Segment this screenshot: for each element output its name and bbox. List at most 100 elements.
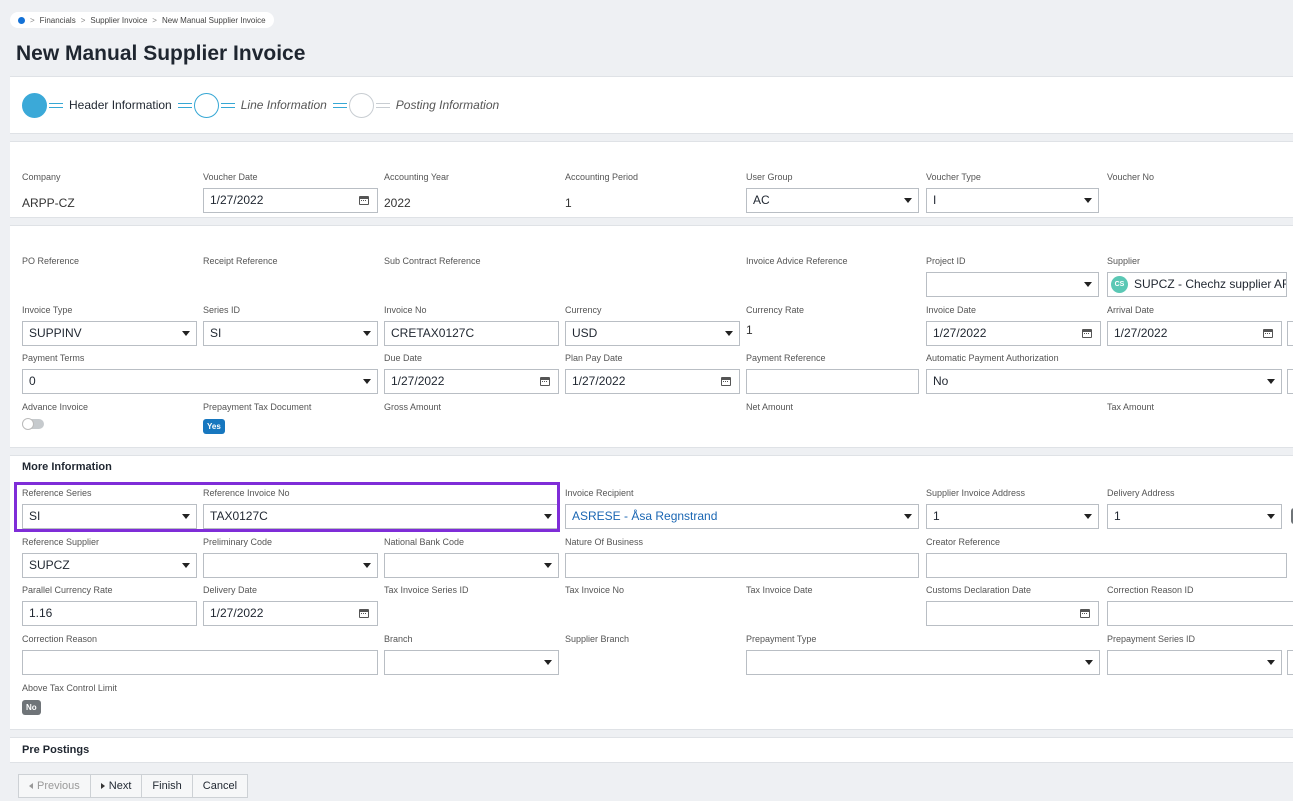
currency-select[interactable]: USD bbox=[565, 321, 740, 346]
voucher-date-field: Voucher Date 1/27/2022 bbox=[203, 172, 378, 213]
reference-supplier-field: Reference Supplier SUPCZ bbox=[22, 537, 197, 578]
plan-pay-date-input[interactable]: 1/27/2022 bbox=[565, 369, 740, 394]
branch-select[interactable] bbox=[384, 650, 559, 675]
step-active-indicator bbox=[22, 92, 47, 118]
calendar-icon[interactable] bbox=[1082, 329, 1092, 338]
accounting-year-field: Accounting Year 2022 bbox=[384, 172, 450, 210]
nature-of-business-field: Nature Of Business bbox=[565, 537, 919, 578]
nature-of-business-input[interactable] bbox=[565, 553, 919, 578]
company-field: Company ARPP-CZ bbox=[22, 172, 75, 210]
step-header-information[interactable]: Header Information bbox=[22, 92, 194, 118]
payment-terms-select[interactable]: 0 bbox=[22, 369, 378, 394]
creator-reference-input[interactable] bbox=[926, 553, 1287, 578]
chevron-down-icon bbox=[544, 660, 552, 665]
invoice-type-select[interactable]: SUPPINV bbox=[22, 321, 197, 346]
national-bank-code-select[interactable] bbox=[384, 553, 559, 578]
reference-invoice-no-select[interactable]: TAX0127C bbox=[203, 504, 559, 529]
chevron-down-icon bbox=[182, 514, 190, 519]
chevron-down-icon bbox=[363, 331, 371, 336]
calendar-icon[interactable] bbox=[359, 196, 369, 205]
supplier-input[interactable]: CS SUPCZ - Chechz supplier AR bbox=[1107, 272, 1287, 297]
creator-reference-field: Creator Reference bbox=[926, 537, 1287, 578]
delivery-date-input[interactable]: 1/27/2022 bbox=[203, 601, 378, 626]
breadcrumb-supplier-invoice[interactable]: Supplier Invoice bbox=[90, 16, 147, 25]
voucher-type-select[interactable]: I bbox=[926, 188, 1099, 213]
more-information-section: More Information Reference Series SI Ref… bbox=[10, 455, 1293, 730]
prepayment-tax-document-badge[interactable]: Yes bbox=[203, 419, 225, 434]
cancel-button[interactable]: Cancel bbox=[191, 774, 249, 798]
advance-invoice-field: Advance Invoice bbox=[22, 402, 88, 430]
breadcrumb-current: New Manual Supplier Invoice bbox=[161, 15, 266, 25]
invoice-no-input[interactable]: CRETAX0127C bbox=[384, 321, 559, 346]
calendar-icon[interactable] bbox=[1263, 329, 1273, 338]
auto-payment-auth-select[interactable]: No bbox=[926, 369, 1282, 394]
chevron-down-icon bbox=[904, 514, 912, 519]
tax-amount-field: Tax Amount bbox=[1107, 402, 1155, 412]
calendar-icon[interactable] bbox=[721, 377, 731, 386]
series-id-select[interactable]: SI bbox=[203, 321, 378, 346]
parallel-currency-rate-field: Parallel Currency Rate 1.16 bbox=[22, 585, 197, 626]
advance-invoice-toggle[interactable] bbox=[22, 418, 44, 430]
calendar-icon[interactable] bbox=[359, 609, 369, 618]
step-posting-information[interactable]: Posting Information bbox=[348, 92, 503, 118]
invoice-recipient-select[interactable]: ASRESE - Åsa Regnstrand bbox=[565, 504, 919, 529]
next-button[interactable]: Next bbox=[89, 774, 143, 798]
prepayment-series-id-field: Prepayment Series ID bbox=[1107, 634, 1282, 675]
correction-reason-id-field: Correction Reason ID bbox=[1107, 585, 1293, 626]
invoice-advice-reference-field: Invoice Advice Reference bbox=[746, 256, 848, 266]
section-title[interactable]: More Information bbox=[22, 461, 112, 473]
correction-reason-input[interactable] bbox=[22, 650, 378, 675]
prepayment-type-select[interactable] bbox=[746, 650, 1100, 675]
pre-postings-section[interactable]: Pre Postings bbox=[10, 737, 1293, 763]
truncated-field[interactable] bbox=[1287, 321, 1293, 346]
tax-invoice-series-id-field: Tax Invoice Series ID bbox=[384, 585, 469, 595]
wizard-footer: Previous Next Finish Cancel bbox=[18, 774, 249, 798]
home-icon[interactable] bbox=[18, 16, 25, 24]
step-line-information[interactable]: Line Information bbox=[193, 92, 349, 118]
reference-series-select[interactable]: SI bbox=[22, 504, 197, 529]
section-title[interactable]: Pre Postings bbox=[22, 744, 89, 756]
voucher-type-field: Voucher Type I bbox=[926, 172, 1099, 213]
series-id-field: Series ID SI bbox=[203, 305, 378, 346]
calendar-icon[interactable] bbox=[540, 377, 550, 386]
truncated-field[interactable] bbox=[1287, 650, 1293, 675]
project-id-select[interactable] bbox=[926, 272, 1099, 297]
customs-declaration-date-input[interactable] bbox=[926, 601, 1099, 626]
payment-terms-field: Payment Terms 0 bbox=[22, 353, 378, 394]
due-date-input[interactable]: 1/27/2022 bbox=[384, 369, 559, 394]
above-tax-control-limit-badge[interactable]: No bbox=[22, 700, 41, 715]
finish-button[interactable]: Finish bbox=[141, 774, 193, 798]
prepayment-series-id-select[interactable] bbox=[1107, 650, 1282, 675]
prepayment-type-field: Prepayment Type bbox=[746, 634, 1100, 675]
preliminary-code-select[interactable] bbox=[203, 553, 378, 578]
reference-supplier-select[interactable]: SUPCZ bbox=[22, 553, 197, 578]
auto-payment-auth-field: Automatic Payment Authorization No bbox=[926, 353, 1282, 394]
supplier-invoice-address-select[interactable]: 1 bbox=[926, 504, 1099, 529]
chevron-down-icon bbox=[725, 331, 733, 336]
invoice-type-field: Invoice Type SUPPINV bbox=[22, 305, 197, 346]
previous-button[interactable]: Previous bbox=[18, 774, 91, 798]
truncated-field[interactable] bbox=[1287, 369, 1293, 394]
customs-declaration-date-field: Customs Declaration Date bbox=[926, 585, 1099, 626]
user-group-select[interactable]: AC bbox=[746, 188, 919, 213]
breadcrumb-financials[interactable]: Financials bbox=[40, 16, 76, 25]
arrival-date-input[interactable]: 1/27/2022 bbox=[1107, 321, 1282, 346]
payment-reference-input[interactable] bbox=[746, 369, 919, 394]
calendar-icon[interactable] bbox=[1080, 609, 1090, 618]
invoice-date-input[interactable]: 1/27/2022 bbox=[926, 321, 1101, 346]
chevron-down-icon bbox=[1085, 660, 1093, 665]
parallel-currency-rate-input[interactable]: 1.16 bbox=[22, 601, 197, 626]
currency-field: Currency USD bbox=[565, 305, 740, 346]
chevron-down-icon bbox=[182, 563, 190, 568]
net-amount-field: Net Amount bbox=[746, 402, 794, 412]
national-bank-code-field: National Bank Code bbox=[384, 537, 559, 578]
chevron-down-icon bbox=[544, 514, 552, 519]
user-group-field: User Group AC bbox=[746, 172, 919, 213]
plan-pay-date-field: Plan Pay Date 1/27/2022 bbox=[565, 353, 740, 394]
correction-reason-id-input[interactable] bbox=[1107, 601, 1293, 626]
delivery-address-select[interactable]: 1 bbox=[1107, 504, 1282, 529]
voucher-date-input[interactable]: 1/27/2022 bbox=[203, 188, 378, 213]
chevron-down-icon bbox=[363, 379, 371, 384]
chevron-down-icon bbox=[363, 563, 371, 568]
arrival-date-field: Arrival Date 1/27/2022 bbox=[1107, 305, 1282, 346]
